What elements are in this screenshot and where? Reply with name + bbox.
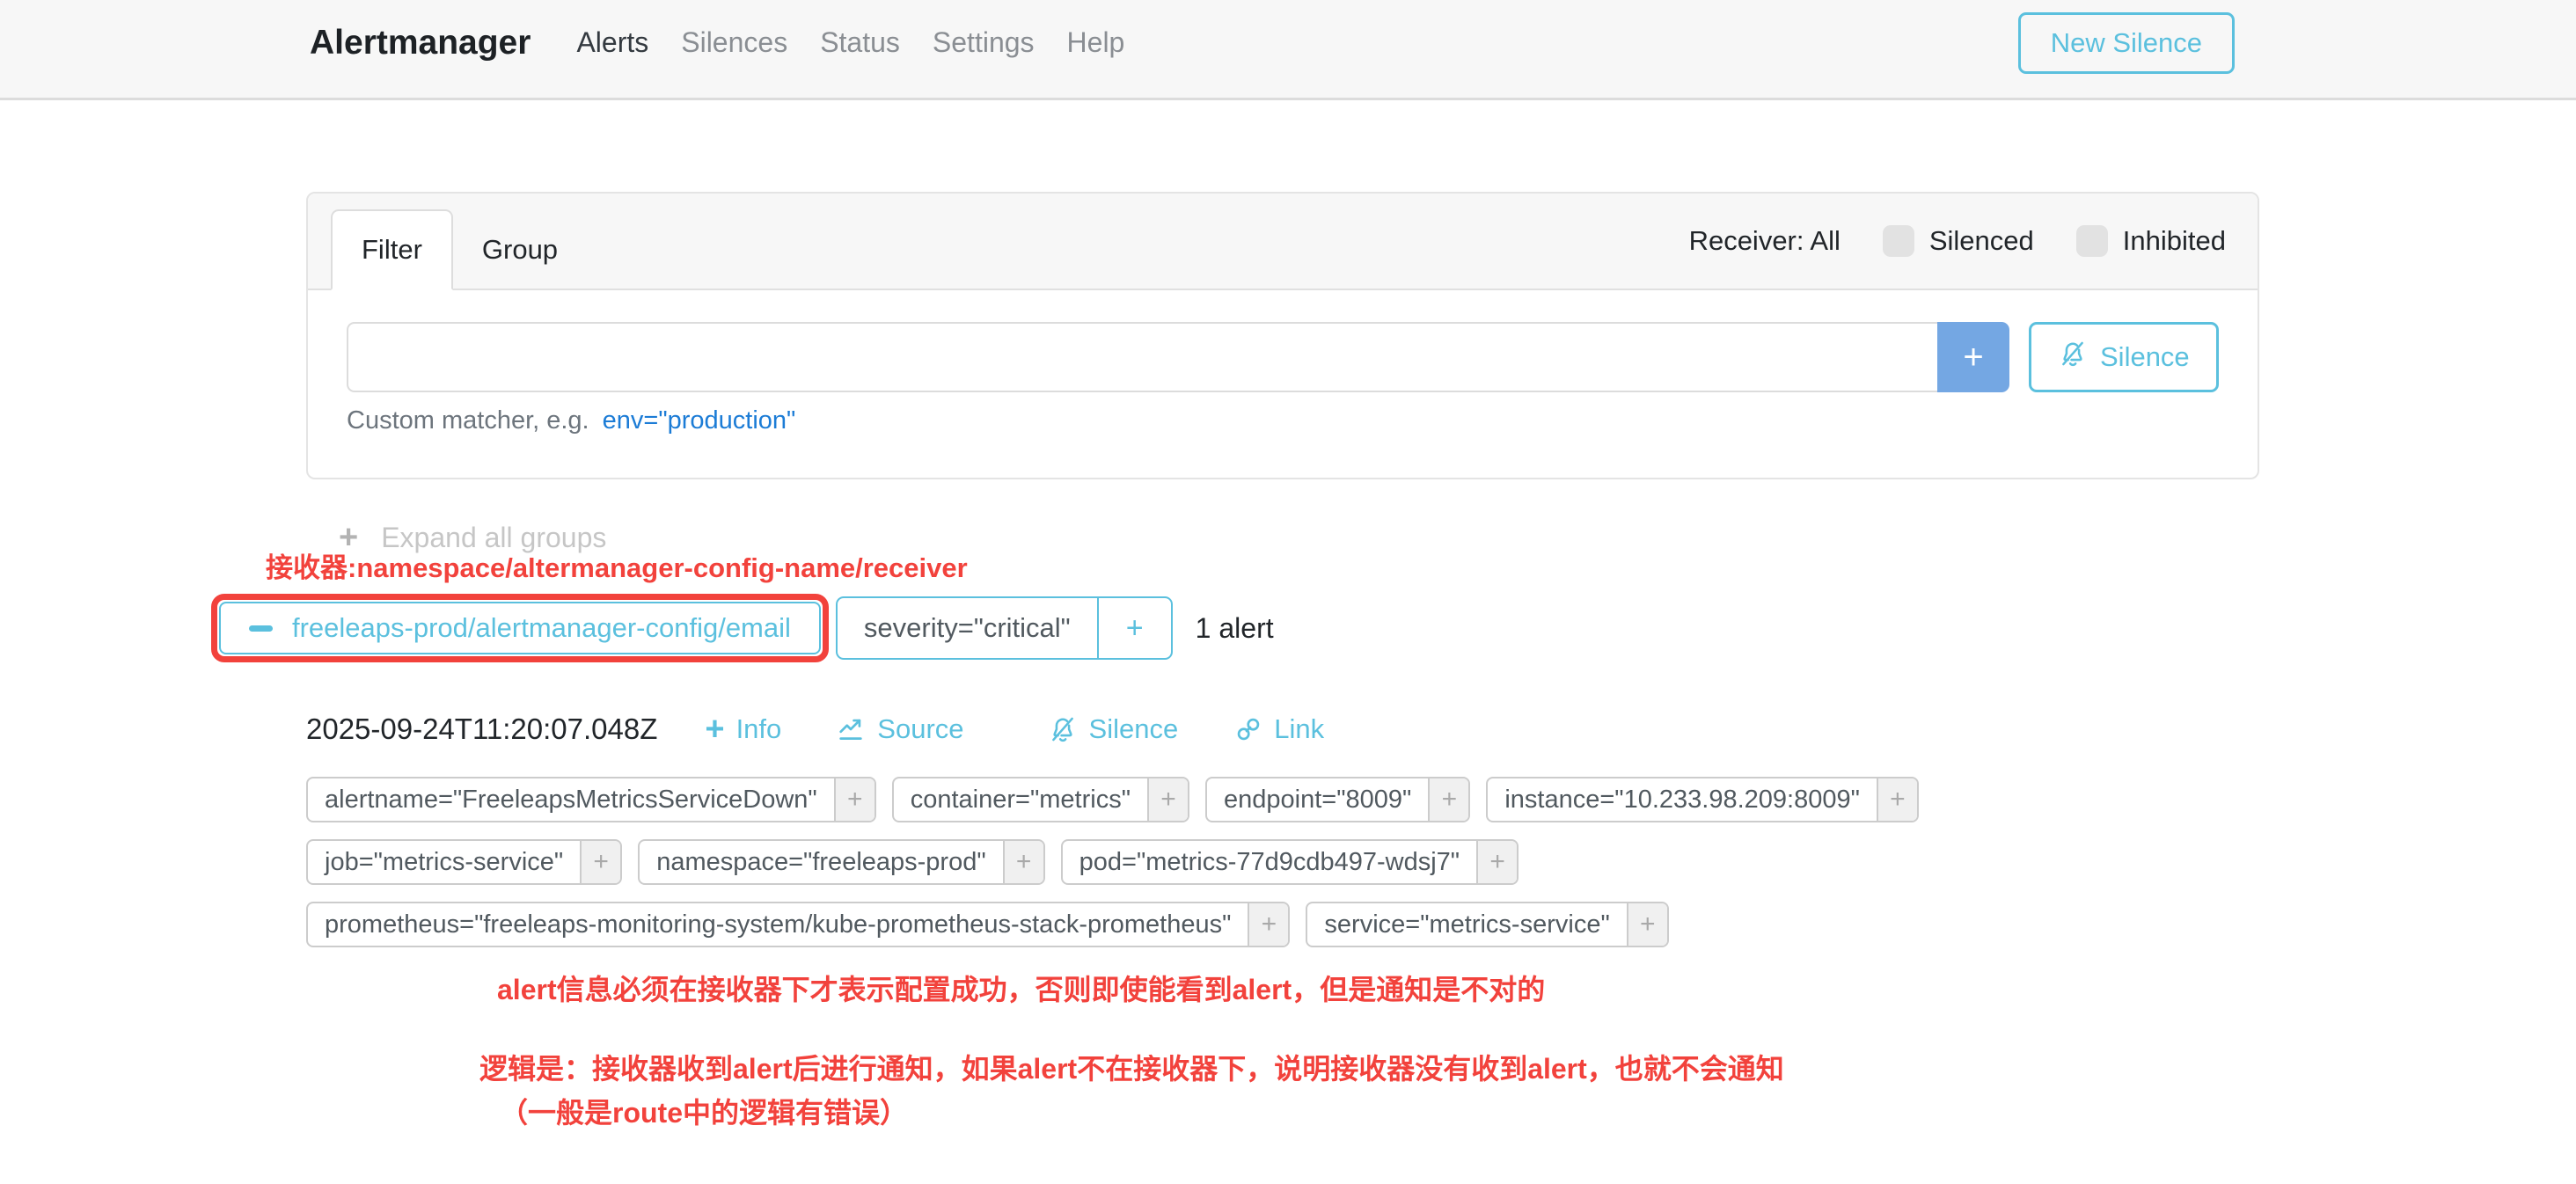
silence-filter-label: Silence [2100,341,2190,373]
add-label-filter-button[interactable]: + [1476,841,1517,883]
top-navbar: Alertmanager Alerts Silences Status Sett… [0,0,2576,100]
plus-icon: + [705,713,724,746]
label-text: instance="10.233.98.209:8009" [1488,778,1877,821]
add-label-filter-button[interactable]: + [580,841,620,883]
label-text: container="metrics" [894,778,1147,821]
annotation-receiver-note: 接收器:namespace/altermanager-config-name/r… [266,545,968,585]
link-icon [1234,715,1262,743]
silenced-checkbox[interactable] [1883,225,1914,257]
inhibited-label[interactable]: Inhibited [2123,225,2226,257]
info-action-label: Info [736,713,782,745]
label-text: alertname="FreeleapsMetricsServiceDown" [308,778,834,821]
label-text: pod="metrics-77d9cdb497-wdsj7" [1063,841,1476,883]
tab-group[interactable]: Group [453,209,587,290]
annotation-note-3: （一般是route中的逻辑有错误） [500,1091,908,1131]
matcher-input[interactable] [347,322,1937,392]
add-label-filter-button[interactable]: + [1147,778,1188,821]
label-chip-service: service="metrics-service" + [1306,902,1668,947]
label-chip-endpoint: endpoint="8009" + [1205,777,1470,822]
label-chip-alertname: alertname="FreeleapsMetricsServiceDown" … [306,777,876,822]
helper-text: Custom matcher, e.g. [347,406,589,435]
tab-filter[interactable]: Filter [331,209,453,290]
alert-count: 1 alert [1196,612,1274,645]
group-matcher-add-button[interactable]: + [1097,596,1173,660]
info-action[interactable]: + Info [705,713,781,746]
filter-card: Filter Group Receiver: All Silenced Inhi… [306,192,2259,479]
label-chip-pod: pod="metrics-77d9cdb497-wdsj7" + [1061,839,1519,885]
chart-icon [836,714,866,744]
add-label-filter-button[interactable]: + [834,778,875,821]
nav-item-status[interactable]: Status [820,26,900,59]
add-label-filter-button[interactable]: + [1248,903,1288,946]
label-text: service="metrics-service" [1307,903,1626,946]
receiver-group-button[interactable]: freeleaps-prod/alertmanager-config/email [219,602,821,654]
matcher-input-group: + [347,322,2009,392]
label-text: prometheus="freeleaps-monitoring-system/… [308,903,1248,946]
label-text: namespace="freeleaps-prod" [640,841,1002,883]
add-label-filter-button[interactable]: + [1877,778,1917,821]
main-nav: Alerts Silences Status Settings Help [576,26,1124,59]
filter-options: Receiver: All Silenced Inhibited [1689,225,2226,257]
helper-example-link[interactable]: env="production" [603,406,796,435]
receiver-filter-label[interactable]: Receiver: All [1689,225,1841,257]
nav-item-silences[interactable]: Silences [681,26,787,59]
matcher-helper: Custom matcher, e.g. env="production" [347,406,2219,435]
label-chip-instance: instance="10.233.98.209:8009" + [1486,777,1919,822]
label-text: endpoint="8009" [1207,778,1428,821]
matcher-row: + Silence [347,322,2219,392]
add-matcher-button[interactable]: + [1937,322,2009,392]
alert-labels: alertname="FreeleapsMetricsServiceDown" … [306,777,1919,947]
receiver-group-name: freeleaps-prod/alertmanager-config/email [292,612,791,644]
bell-slash-icon [2058,339,2088,376]
nav-item-alerts[interactable]: Alerts [576,26,648,59]
label-chip-job: job="metrics-service" + [306,839,622,885]
group-matcher-button[interactable]: severity="critical" [836,596,1097,660]
inhibited-checkbox[interactable] [2076,225,2108,257]
bell-slash-icon [1048,714,1078,744]
link-action-label: Link [1274,713,1324,745]
group-matcher-chip: severity="critical" + [836,596,1173,660]
filter-card-header: Filter Group Receiver: All Silenced Inhi… [308,194,2258,290]
silence-action[interactable]: Silence [1048,713,1179,745]
annotation-highlight-box: freeleaps-prod/alertmanager-config/email [211,594,829,662]
label-row: job="metrics-service" + namespace="freel… [306,839,1919,885]
label-chip-container: container="metrics" + [892,777,1189,822]
silenced-label[interactable]: Silenced [1929,225,2034,257]
alert-group-row: freeleaps-prod/alertmanager-config/email… [211,594,1274,662]
nav-item-help[interactable]: Help [1067,26,1125,59]
new-silence-button[interactable]: New Silence [2018,12,2235,74]
add-label-filter-button[interactable]: + [1627,903,1667,946]
filter-card-body: + Silence Custom matcher, e.g. env="prod… [308,290,2258,435]
source-action[interactable]: Source [836,713,963,745]
silence-filter-button[interactable]: Silence [2029,322,2219,392]
add-label-filter-button[interactable]: + [1428,778,1468,821]
silence-action-label: Silence [1089,713,1179,745]
annotation-note-2: 逻辑是：接收器收到alert后进行通知，如果alert不在接收器下，说明接收器没… [479,1047,1784,1087]
annotation-note-1: alert信息必须在接收器下才表示配置成功，否则即使能看到alert，但是通知是… [497,968,1545,1008]
label-row: alertname="FreeleapsMetricsServiceDown" … [306,777,1919,822]
app-brand: Alertmanager [310,24,531,62]
link-action[interactable]: Link [1234,713,1324,745]
filter-tabs: Filter Group [331,209,587,290]
minus-icon [249,625,273,632]
label-row: prometheus="freeleaps-monitoring-system/… [306,902,1919,947]
alert-meta-row: 2025-09-24T11:20:07.048Z + Info Source S… [306,713,1324,746]
label-chip-prometheus: prometheus="freeleaps-monitoring-system/… [306,902,1290,947]
add-label-filter-button[interactable]: + [1003,841,1043,883]
label-chip-namespace: namespace="freeleaps-prod" + [638,839,1044,885]
nav-item-settings[interactable]: Settings [933,26,1035,59]
source-action-label: Source [877,713,963,745]
alert-timestamp: 2025-09-24T11:20:07.048Z [306,713,657,746]
label-text: job="metrics-service" [308,841,580,883]
